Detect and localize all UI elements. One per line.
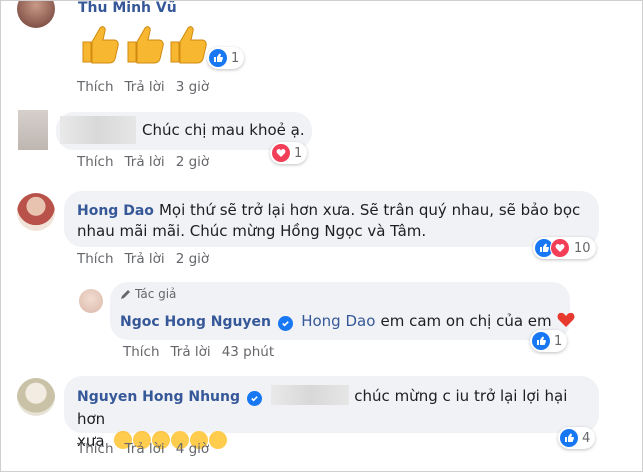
mention-blurred[interactable] [271, 385, 350, 405]
verified-icon [278, 316, 294, 331]
avatar[interactable] [79, 289, 103, 313]
reaction-count: 10 [574, 240, 591, 256]
reply-link[interactable]: Trả lời [125, 79, 165, 95]
reaction-summary[interactable]: 1 [530, 330, 568, 352]
verified-icon [247, 391, 263, 406]
reply-link[interactable]: Trả lời [125, 441, 165, 457]
thumbs-up-emoji-group [79, 24, 209, 66]
reaction-summary[interactable]: 10 [533, 237, 596, 259]
comment-actions: Thích Trả lời 3 giờ [77, 79, 220, 95]
reply-link[interactable]: Trả lời [125, 251, 165, 267]
like-link[interactable]: Thích [123, 344, 160, 360]
reply-link[interactable]: Trả lời [125, 154, 165, 170]
author-badge-label: Tác giả [135, 287, 177, 301]
reaction-count: 4 [582, 430, 591, 446]
thumbs-up-emoji [82, 26, 207, 64]
like-icon [560, 429, 578, 447]
reaction-summary[interactable]: 1 [207, 47, 245, 69]
reaction-count: 1 [554, 333, 563, 349]
red-heart-emoji [557, 312, 575, 327]
like-link[interactable]: Thích [77, 154, 114, 170]
timestamp[interactable]: 4 giờ [176, 441, 209, 457]
comment-content: Hong Dao Mọi thứ sẽ trở lại hơn xưa. Sẽ … [77, 200, 597, 241]
reaction-summary[interactable]: 4 [558, 427, 596, 449]
like-link[interactable]: Thích [77, 441, 114, 457]
reply-text: em cam on chị của em [380, 312, 552, 330]
comment-author[interactable]: Hong Dao [77, 203, 154, 219]
avatar[interactable] [17, 0, 55, 28]
reaction-count: 1 [231, 50, 240, 66]
avatar[interactable] [17, 378, 55, 416]
like-link[interactable]: Thích [77, 251, 114, 267]
reply-content: Ngoc Hong Nguyen Hong Dao em cam on chị … [120, 311, 575, 331]
comment-actions: Thích Trả lời 2 giờ [77, 251, 220, 267]
avatar-blurred[interactable] [18, 110, 48, 150]
like-link[interactable]: Thích [77, 79, 114, 95]
reaction-count: 1 [294, 145, 303, 161]
comment-author[interactable]: Nguyen Hong Nhung [77, 389, 240, 405]
pen-icon [121, 290, 130, 299]
author-name-blurred[interactable] [60, 116, 136, 144]
comment-author[interactable]: Thu Minh Vũ [78, 0, 177, 16]
comment-text: Chúc chị mau khoẻ ạ. [142, 121, 305, 139]
like-icon [532, 332, 550, 350]
timestamp[interactable]: 3 giờ [176, 79, 209, 95]
mention-link[interactable]: Hong Dao [301, 312, 375, 330]
author-badge: Tác giả [120, 287, 176, 301]
comment-actions: Thích Trả lời 2 giờ [77, 154, 220, 170]
love-icon [272, 144, 290, 162]
avatar[interactable] [17, 193, 55, 231]
reaction-summary[interactable]: 1 [270, 142, 308, 164]
timestamp[interactable]: 43 phút [222, 344, 274, 360]
comment-text-line2: nhau mãi mãi. Chúc mừng Hồng Ngọc và Tâm… [77, 222, 427, 240]
love-icon [550, 238, 570, 258]
timestamp[interactable]: 2 giờ [176, 154, 209, 170]
like-icon [209, 49, 227, 67]
reply-actions: Thích Trả lời 43 phút [123, 344, 285, 360]
reply-link[interactable]: Trả lời [171, 344, 211, 360]
comment-text-line1: Mọi thứ sẽ trở lại hơn xưa. Sẽ trân quý … [158, 201, 581, 219]
timestamp[interactable]: 2 giờ [176, 251, 209, 267]
comment-actions: Thích Trả lời 4 giờ [77, 441, 220, 457]
reply-author[interactable]: Ngoc Hong Nguyen [120, 314, 271, 330]
